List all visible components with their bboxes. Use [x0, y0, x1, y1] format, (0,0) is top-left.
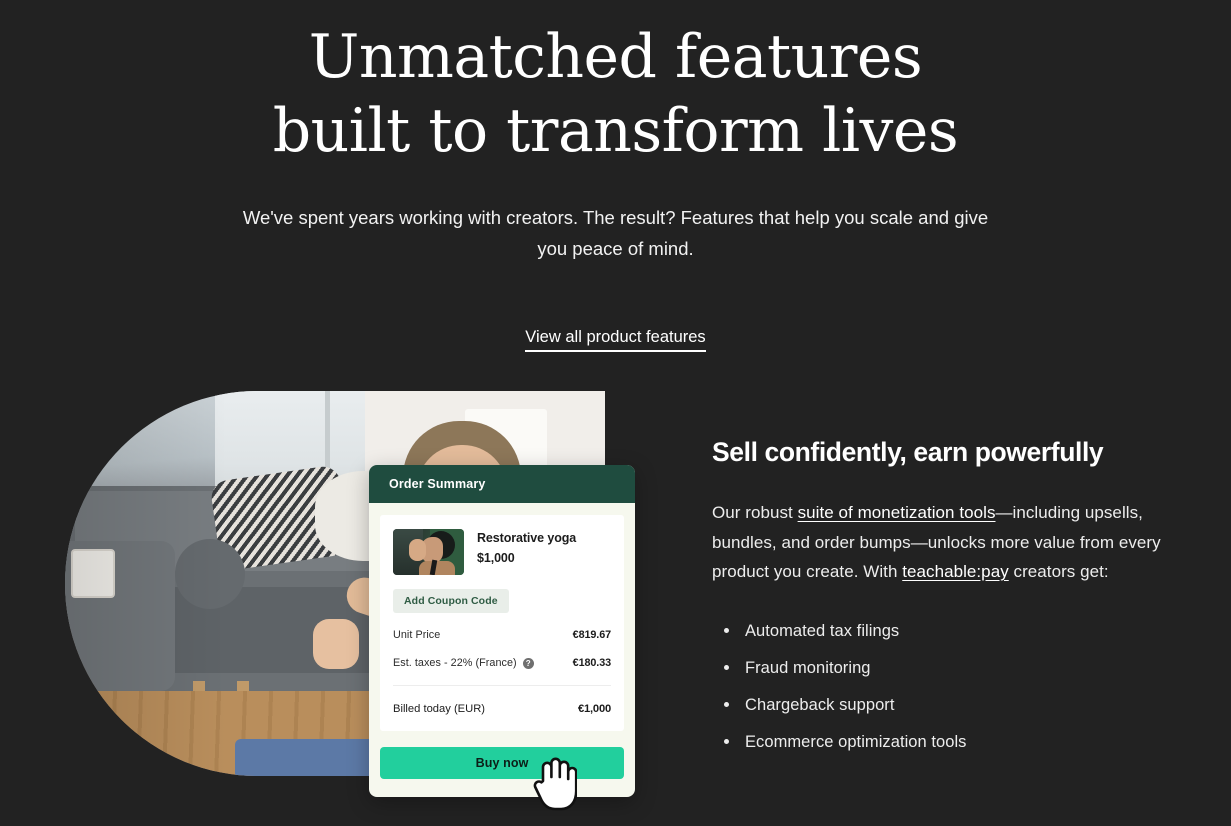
billed-today-row: Billed today (EUR) €1,000 — [393, 703, 611, 715]
feature-copy-column: Sell confidently, earn powerfully Our ro… — [712, 435, 1164, 768]
paragraph-part-1: Our robust — [712, 503, 798, 522]
thumb-person-hand — [409, 539, 426, 561]
hero-section: Unmatched features built to transform li… — [0, 0, 1231, 352]
bullet-icon — [724, 627, 729, 633]
help-icon[interactable]: ? — [522, 657, 534, 669]
feature-paragraph: Our robust suite of monetization tools—i… — [712, 498, 1164, 587]
list-item: Ecommerce optimization tools — [712, 731, 1164, 753]
price-row-est-taxes: Est. taxes - 22% (France) ? €180.33 — [393, 657, 611, 669]
price-rows: Unit Price €819.67 Est. taxes - 22% (Fra… — [393, 629, 611, 715]
unit-price-label: Unit Price — [393, 629, 441, 641]
bullet-icon — [724, 738, 729, 744]
suite-of-monetization-tools-link[interactable]: suite of monetization tools — [798, 503, 996, 522]
list-item: Fraud monitoring — [712, 657, 1164, 679]
order-summary-title: Order Summary — [389, 477, 486, 491]
product-thumbnail-image — [393, 529, 464, 575]
list-item-label: Ecommerce optimization tools — [745, 732, 967, 751]
list-item: Automated tax filings — [712, 620, 1164, 642]
bullet-icon — [724, 701, 729, 707]
teachable-pay-link[interactable]: teachable:pay — [902, 562, 1009, 581]
list-item-label: Chargeback support — [745, 695, 895, 714]
add-coupon-code-button[interactable]: Add Coupon Code — [393, 589, 509, 613]
billed-today-label: Billed today (EUR) — [393, 703, 486, 715]
feature-section: Order Summary Restorative yoga $1,000 Ad… — [0, 386, 1231, 826]
page-title: Unmatched features built to transform li… — [272, 22, 959, 166]
hero-subtitle: We've spent years working with creators.… — [242, 207, 989, 259]
paragraph-part-3: creators get: — [1008, 562, 1109, 581]
feature-benefits-list: Automated tax filings Fraud monitoring C… — [712, 620, 1164, 753]
order-details-panel: Restorative yoga $1,000 Add Coupon Code … — [380, 515, 624, 731]
product-name: Restorative yoga — [477, 531, 577, 545]
order-summary-body: Restorative yoga $1,000 Add Coupon Code … — [369, 503, 635, 731]
bullet-icon — [724, 664, 729, 670]
order-summary-header: Order Summary — [369, 465, 635, 503]
price-divider — [393, 685, 611, 686]
view-all-product-features-link[interactable]: View all product features — [525, 327, 706, 352]
hero-link-container: View all product features — [0, 327, 1231, 352]
est-taxes-value: €180.33 — [572, 657, 611, 669]
buy-now-button[interactable]: Buy now — [380, 747, 624, 779]
list-item: Chargeback support — [712, 694, 1164, 716]
billed-today-value: €1,000 — [577, 703, 611, 715]
est-taxes-label: Est. taxes - 22% (France) — [393, 657, 517, 669]
buy-button-container: Buy now — [369, 731, 635, 797]
unit-price-label-group: Unit Price — [393, 629, 440, 641]
thumb-person-body — [419, 561, 455, 575]
unit-price-value: €819.67 — [572, 629, 611, 641]
product-row: Restorative yoga $1,000 — [393, 529, 611, 575]
est-taxes-label-group: Est. taxes - 22% (France) ? — [393, 657, 534, 669]
list-item-label: Fraud monitoring — [745, 658, 871, 677]
price-row-unit-price: Unit Price €819.67 — [393, 629, 611, 641]
order-summary-card: Order Summary Restorative yoga $1,000 Ad… — [369, 465, 635, 797]
product-price: $1,000 — [477, 551, 515, 565]
feature-heading: Sell confidently, earn powerfully — [712, 437, 1104, 467]
list-item-label: Automated tax filings — [745, 621, 900, 640]
product-info: Restorative yoga $1,000 — [477, 529, 576, 565]
